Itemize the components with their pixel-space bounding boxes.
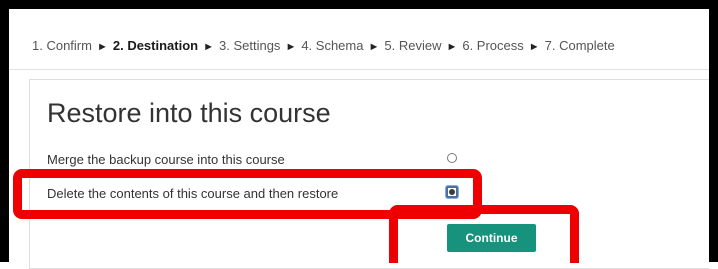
breadcrumb-arrow-icon: ► [446,41,458,53]
breadcrumb-arrow-icon: ► [96,41,108,53]
breadcrumb-arrow-icon: ► [368,41,380,53]
breadcrumb-step-process: 6. Process [462,38,524,53]
breadcrumb: 1. Confirm ► 2. Destination ► 3. Settings ► 4.… [32,38,615,53]
restore-destination-panel: Restore into this course Merge the backu… [29,79,709,269]
breadcrumb-step-schema: 4. Schema [301,38,364,53]
breadcrumb-step-complete: 7. Complete [544,38,615,53]
merge-radio[interactable] [447,153,457,163]
breadcrumb-arrow-icon: ► [285,41,297,53]
option-delete-label: Delete the contents of this course and t… [47,186,339,201]
breadcrumb-divider [9,69,709,70]
breadcrumb-step-confirm: 1. Confirm [32,38,92,53]
delete-and-restore-radio[interactable] [446,186,458,198]
breadcrumb-arrow-icon: ► [528,41,540,53]
breadcrumb-step-settings: 3. Settings [219,38,281,53]
continue-button[interactable]: Continue [447,224,536,252]
breadcrumb-step-review: 5. Review [384,38,442,53]
breadcrumb-step-destination: 2. Destination [112,38,199,53]
option-merge-label: Merge the backup course into this course [47,152,285,167]
breadcrumb-arrow-icon: ► [203,41,214,53]
panel-title: Restore into this course [47,98,331,128]
